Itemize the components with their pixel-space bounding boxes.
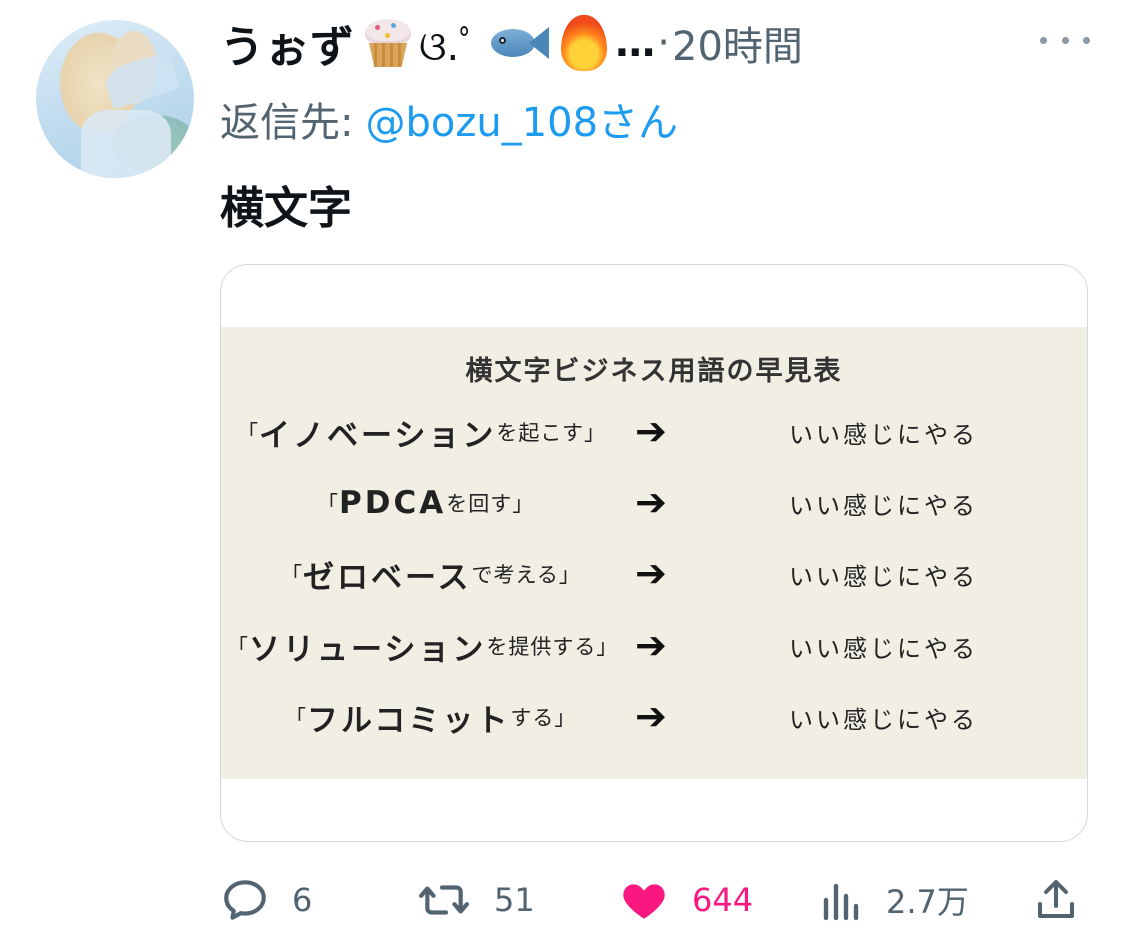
reply-icon [224, 880, 266, 920]
like-icon [623, 884, 665, 919]
close-bracket: 」 [596, 635, 619, 659]
open-bracket: 「 [281, 563, 303, 587]
term: イノベーション [259, 417, 497, 454]
tweet-header: うぉず ଓ.ﾟ … · 20時間 [220, 12, 803, 74]
card-title: 横文字ビジネス用語の早見表 [465, 356, 843, 387]
tweet-text: 横文字 [220, 183, 352, 234]
arrow-icon: ➔ [635, 409, 667, 453]
views-button[interactable]: 2.7万 [820, 872, 969, 928]
name-ellipsis: … [615, 20, 656, 66]
term-suffix: で考える [471, 563, 559, 587]
list-item: 「 フルコミット する 」 ➔ いい感じにやる [221, 692, 1087, 742]
close-bracket: 」 [583, 421, 606, 445]
reply-count: 6 [292, 881, 313, 919]
result: いい感じにやる [789, 491, 978, 520]
term: ソリューション [249, 631, 487, 668]
term: フルコミット [307, 702, 511, 739]
list-item: 「 PDCA を回す 」 ➔ いい感じにやる [221, 478, 1087, 528]
close-bracket: 」 [558, 563, 581, 587]
open-bracket: 「 [317, 492, 339, 516]
image-chart: 横文字ビジネス用語の早見表 「 イノベーション を起こす 」 ➔ いい感じにやる… [221, 327, 1087, 779]
media-card[interactable]: 横文字ビジネス用語の早見表 「 イノベーション を起こす 」 ➔ いい感じにやる… [220, 264, 1088, 842]
close-bracket: 」 [554, 706, 577, 730]
view-count: 2.7万 [886, 883, 969, 921]
open-bracket: 「 [227, 635, 249, 659]
term-suffix: する [510, 706, 555, 730]
open-bracket: 「 [237, 421, 259, 445]
arrow-icon: ➔ [635, 623, 667, 667]
term: PDCA [339, 485, 447, 521]
display-name[interactable]: うぉず [220, 11, 355, 75]
list-item: 「 ゼロベース で考える 」 ➔ いい感じにやる [221, 549, 1087, 599]
like-button[interactable]: 644 [618, 872, 753, 928]
close-bracket: 」 [512, 492, 535, 516]
term-suffix: を起こす [496, 421, 584, 445]
retweet-count: 51 [494, 881, 535, 919]
cupcake-emoji [361, 17, 415, 69]
fish-emoji [491, 23, 550, 63]
timestamp[interactable]: 20時間 [672, 14, 803, 72]
fire-emoji [559, 15, 609, 71]
retweet-icon [419, 885, 469, 915]
separator: · [657, 20, 670, 66]
action-bar: 6 51 644 2.7万 [220, 872, 1088, 928]
more-icon[interactable] [1040, 30, 1090, 50]
reply-button[interactable]: 6 [220, 872, 312, 928]
term-suffix: を提供する [486, 635, 597, 659]
arrow-icon: ➔ [635, 694, 667, 738]
result: いい感じにやる [789, 562, 978, 591]
arrow-icon: ➔ [635, 551, 667, 595]
list-item: 「 イノベーション を起こす 」 ➔ いい感じにやる [221, 407, 1087, 457]
retweet-button[interactable]: 51 [416, 872, 535, 928]
reply-to: 返信先: @bozu_108さん [220, 90, 678, 148]
list-item: 「 ソリューション を提供する 」 ➔ いい感じにやる [221, 621, 1087, 671]
result: いい感じにやる [789, 420, 978, 449]
reply-label: 返信先: [220, 100, 354, 146]
result: いい感じにやる [789, 705, 978, 734]
views-icon [823, 883, 859, 921]
like-count: 644 [692, 881, 754, 919]
share-button[interactable] [1032, 872, 1080, 928]
term: ゼロベース [303, 559, 472, 596]
result: いい感じにやる [789, 634, 978, 663]
name-symbols: ଓ.ﾟ [419, 24, 480, 70]
share-icon [1038, 880, 1074, 918]
reply-handle[interactable]: @bozu_108さん [365, 100, 678, 146]
open-bracket: 「 [285, 706, 307, 730]
term-suffix: を回す [446, 492, 513, 516]
arrow-icon: ➔ [635, 480, 667, 524]
avatar[interactable] [36, 20, 194, 178]
